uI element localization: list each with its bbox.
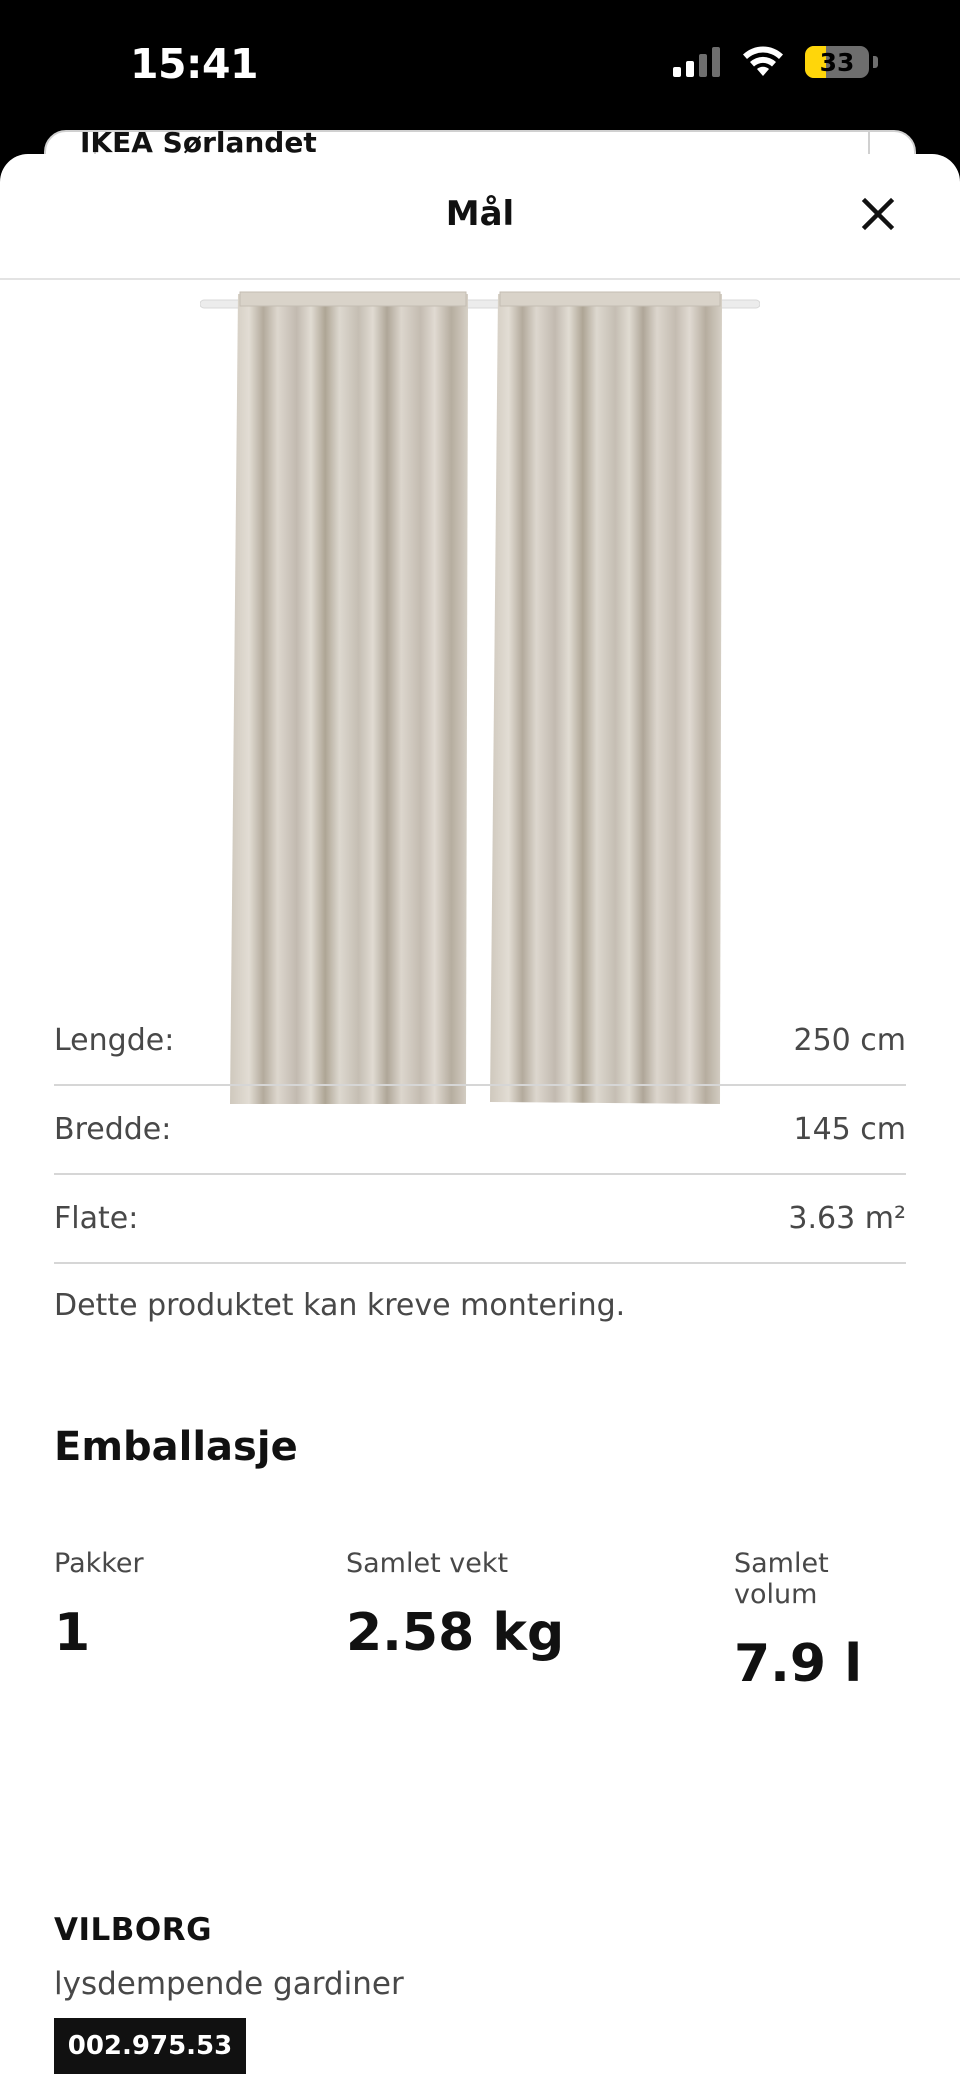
product-image xyxy=(200,291,760,1104)
left-curtain xyxy=(230,294,468,1104)
close-icon xyxy=(861,197,895,231)
dimension-label: Flate: xyxy=(54,1201,139,1236)
stat-total-weight: Samlet vekt 2.58 kg xyxy=(346,1548,564,1663)
stat-packages: Pakker 1 xyxy=(54,1548,144,1663)
product-name: VILBORG xyxy=(54,1912,213,1948)
status-icons: 33 xyxy=(673,46,878,78)
dimension-label: Lengde: xyxy=(54,1023,175,1058)
status-bar: 15:41 33 xyxy=(0,0,960,132)
wifi-icon xyxy=(743,46,783,76)
stat-value: 7.9 l xyxy=(734,1634,863,1694)
stat-label: Samlet volum xyxy=(734,1548,829,1610)
close-button[interactable] xyxy=(852,188,904,240)
stat-label: Pakker xyxy=(54,1548,144,1579)
right-curtain xyxy=(490,294,722,1104)
dimension-row-width: Bredde: 145 cm xyxy=(54,1086,906,1175)
dimension-value: 250 cm xyxy=(793,1023,906,1058)
packaging-stats: Pakker 1 Samlet vekt 2.58 kg Samlet volu… xyxy=(54,1548,906,1694)
dimension-row-area: Flate: 3.63 m² xyxy=(54,1175,906,1264)
stat-value: 2.58 kg xyxy=(346,1603,565,1663)
cellular-signal-icon xyxy=(673,47,720,77)
sheet-header: Mål xyxy=(0,154,960,280)
battery-tip xyxy=(873,56,878,68)
article-number-badge: 002.975.53 xyxy=(54,2018,246,2074)
dimension-value: 3.63 m² xyxy=(788,1201,906,1236)
battery-icon: 33 xyxy=(805,46,869,78)
sheet-title: Mål xyxy=(445,194,515,234)
stat-total-volume: Samlet volum 7.9 l xyxy=(734,1548,906,1694)
stat-value: 1 xyxy=(54,1603,91,1663)
dimensions-table: Lengde: 250 cm Bredde: 145 cm Flate: 3.6… xyxy=(54,997,906,1264)
status-time: 15:41 xyxy=(130,40,259,88)
dimension-row-length: Lengde: 250 cm xyxy=(54,997,906,1086)
assembly-note: Dette produktet kan kreve montering. xyxy=(54,1288,626,1323)
product-description: lysdempende gardiner xyxy=(54,1966,404,2002)
battery-percent: 33 xyxy=(819,47,855,77)
packaging-heading: Emballasje xyxy=(54,1424,298,1470)
dimension-label: Bredde: xyxy=(54,1112,172,1147)
stat-label: Samlet vekt xyxy=(346,1548,509,1579)
dimension-value: 145 cm xyxy=(793,1112,906,1147)
